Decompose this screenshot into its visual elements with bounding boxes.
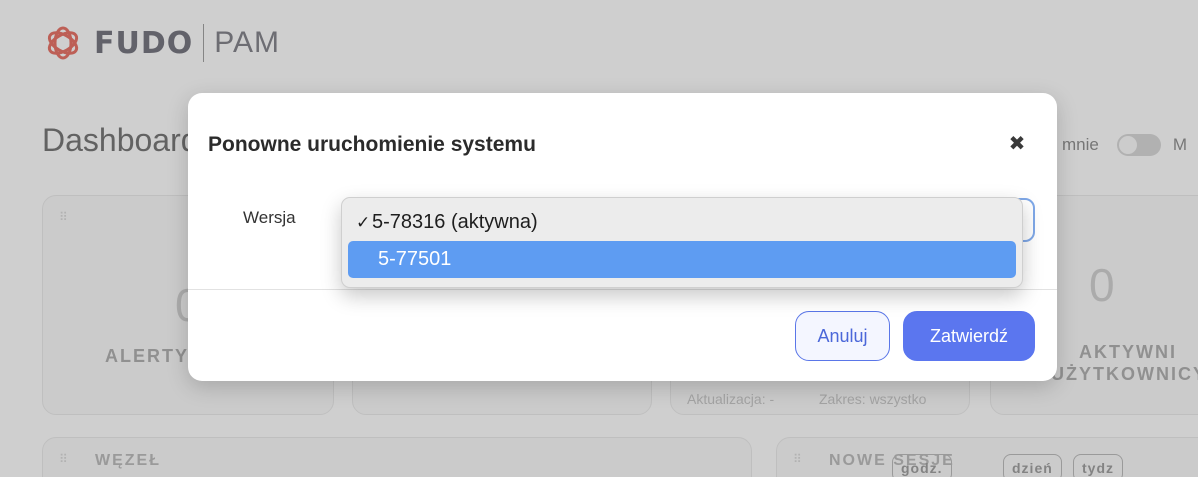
option-label: 5-77501 <box>378 248 452 270</box>
confirm-button[interactable]: Zatwierdź <box>903 311 1035 361</box>
option-active-version[interactable]: ✓ 5-78316 (aktywna) <box>348 204 1016 241</box>
dialog-title: Ponowne uruchomienie systemu <box>208 133 536 156</box>
version-label: Wersja <box>243 208 296 227</box>
checkmark-icon: ✓ <box>356 213 371 232</box>
option-label: 5-78316 (aktywna) <box>372 211 538 233</box>
option-version-2[interactable]: 5-77501 <box>348 241 1016 278</box>
version-dropdown-list: ✓ 5-78316 (aktywna) 5-77501 <box>341 197 1023 288</box>
close-icon[interactable]: ✖ <box>1005 132 1029 156</box>
dialog-divider <box>188 289 1057 290</box>
cancel-button[interactable]: Anuluj <box>795 311 890 361</box>
